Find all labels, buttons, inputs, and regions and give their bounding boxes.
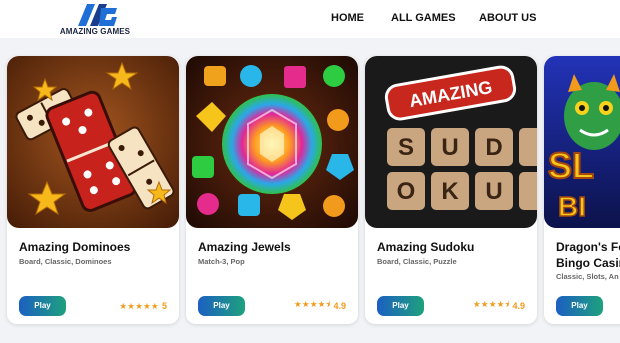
svg-text:BI: BI xyxy=(558,191,586,222)
site-header: AMAZING GAMES HOME ALL GAMES ABOUT US xyxy=(0,0,620,38)
game-thumbnail[interactable]: AMAZING S U D O K U xyxy=(365,56,537,228)
game-rating: ★★★★⯨ 4.9 xyxy=(472,299,525,312)
nav-home[interactable]: HOME xyxy=(331,12,364,24)
game-tags: Board, Classic, Dominoes xyxy=(19,257,112,266)
game-rating: ★★★★★ 5 xyxy=(119,300,167,312)
star-icon: ★★★★★ xyxy=(119,300,159,311)
game-title-line-2: Bingo Casin xyxy=(556,256,620,270)
game-title[interactable]: Amazing Sudoku xyxy=(377,240,474,254)
game-title[interactable]: Amazing Dominoes xyxy=(19,240,130,254)
game-card-jewels[interactable]: Amazing Jewels Match-3, Pop Play ★★★★⯨ 4… xyxy=(186,56,358,324)
nav-all-games[interactable]: ALL GAMES xyxy=(391,12,456,24)
star-icon: ★★★★⯨ xyxy=(472,299,510,309)
play-button[interactable]: Play xyxy=(377,296,424,316)
site-logo[interactable]: AMAZING GAMES xyxy=(58,2,132,36)
ag-logo-icon xyxy=(78,4,117,26)
svg-text:S: S xyxy=(398,134,414,161)
game-title[interactable]: Amazing Jewels xyxy=(198,240,291,254)
svg-text:U: U xyxy=(441,134,458,161)
game-tags: Classic, Slots, An xyxy=(556,272,619,281)
rating-value: 4.9 xyxy=(512,301,525,311)
game-card-dragons-fortune[interactable]: SL BI Dragon's Fo Bingo Casin Classic, S… xyxy=(544,56,620,324)
rating-value: 4.9 xyxy=(333,301,346,311)
svg-text:SL: SL xyxy=(548,145,594,186)
play-button[interactable]: Play xyxy=(19,296,66,316)
play-button[interactable]: Play xyxy=(556,296,603,316)
game-card-dominoes[interactable]: Amazing Dominoes Board, Classic, Dominoe… xyxy=(7,56,179,324)
game-title-line-1: Dragon's Fo xyxy=(556,240,620,254)
svg-text:K: K xyxy=(441,178,459,205)
svg-text:O: O xyxy=(397,178,416,205)
game-thumbnail[interactable]: SL BI xyxy=(544,56,620,228)
game-thumbnail[interactable] xyxy=(7,56,179,228)
game-rating: ★★★★⯨ 4.9 xyxy=(293,299,346,312)
star-icon: ★★★★⯨ xyxy=(293,299,331,309)
game-title[interactable]: Dragon's Fo Bingo Casin xyxy=(556,240,620,270)
svg-text:D: D xyxy=(485,134,502,161)
game-tags: Match-3, Pop xyxy=(198,257,245,266)
rating-value: 5 xyxy=(161,301,167,311)
svg-text:U: U xyxy=(485,178,502,205)
nav-about-us[interactable]: ABOUT US xyxy=(479,12,536,24)
game-tags: Board, Classic, Puzzle xyxy=(377,257,457,266)
play-button[interactable]: Play xyxy=(198,296,245,316)
game-grid: Amazing Dominoes Board, Classic, Dominoe… xyxy=(0,38,620,343)
game-card-sudoku[interactable]: AMAZING S U D O K U Amazing Sudoku Board… xyxy=(365,56,537,324)
game-thumbnail[interactable] xyxy=(186,56,358,228)
brand-name: AMAZING GAMES xyxy=(59,27,131,36)
